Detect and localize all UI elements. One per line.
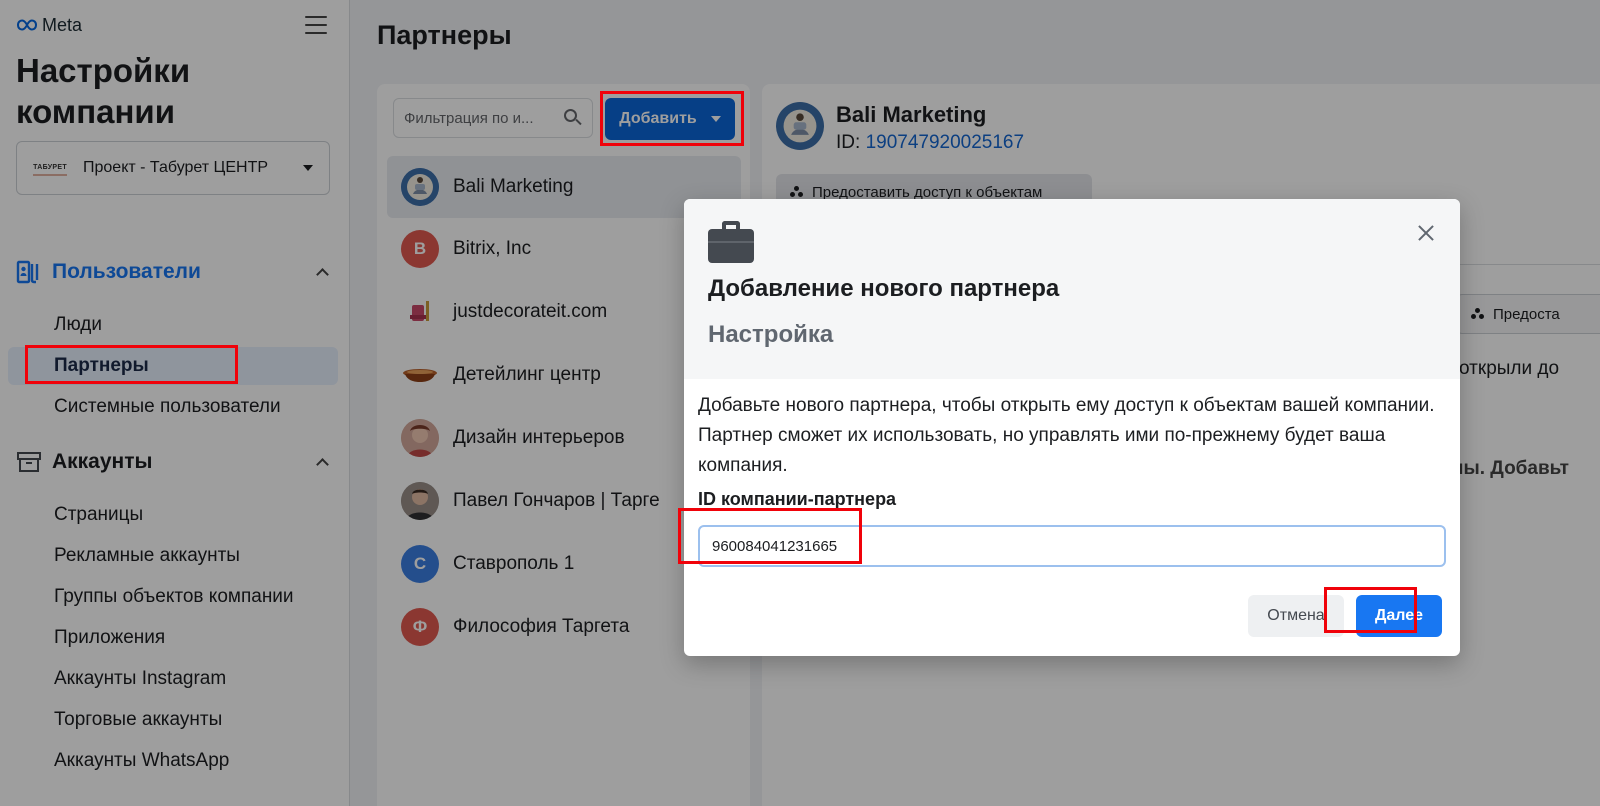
next-button[interactable]: Далее [1356,595,1442,637]
dialog-description: Добавьте нового партнера, чтобы открыть … [698,395,1435,476]
dialog-step: Настройка [708,321,834,348]
add-partner-dialog: Добавление нового партнера Настройка Доб… [684,199,1460,656]
briefcase-icon [708,221,754,263]
partner-id-input[interactable] [698,525,1446,567]
dialog-header: Добавление нового партнера Настройка [684,199,1460,379]
dialog-title: Добавление нового партнера [708,275,1060,302]
close-icon[interactable] [1414,221,1438,245]
cancel-button[interactable]: Отмена [1248,595,1344,637]
partner-id-label: ID компании-партнера [698,489,897,509]
